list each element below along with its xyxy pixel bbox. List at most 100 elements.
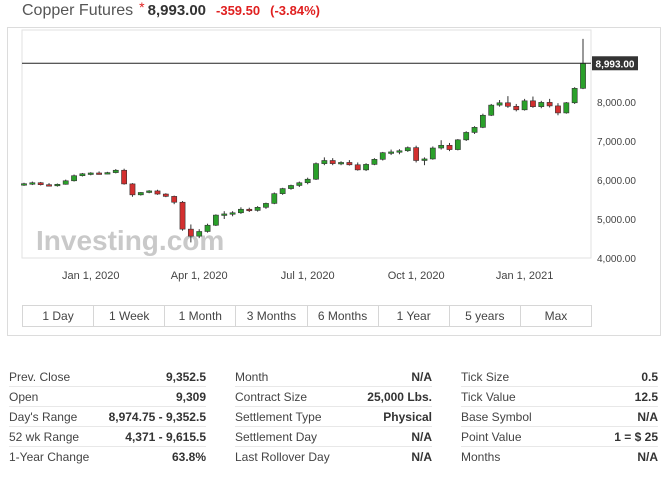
candle-body: [104, 172, 111, 175]
candle-body: [404, 147, 411, 152]
x-tick-label: Oct 1, 2020: [388, 270, 445, 282]
last-price-label: 8,993.00: [596, 59, 635, 70]
stat-label: Tick Value: [461, 389, 516, 404]
candle-body: [546, 102, 553, 107]
candle-body: [296, 182, 303, 186]
candle-body: [354, 164, 361, 171]
candle-body: [413, 147, 420, 161]
range-button-3-months[interactable]: 3 Months: [236, 306, 308, 326]
stat-label: Month: [235, 369, 269, 384]
range-button-max[interactable]: Max: [521, 306, 591, 326]
candle-body: [371, 159, 378, 165]
candle-body: [263, 203, 269, 208]
y-tick-label: 7,000.00: [597, 137, 636, 148]
candle-body: [388, 151, 394, 154]
stat-value: 63.8%: [171, 450, 206, 464]
candle-body: [162, 193, 169, 197]
range-button-5-years[interactable]: 5 years: [450, 306, 521, 326]
candle-body: [471, 127, 478, 133]
quote-header: Copper Futures * 8,993.00 -359.50 (-3.84…: [22, 0, 320, 22]
candle-body: [363, 164, 369, 171]
stat-label: Prev. Close: [9, 369, 71, 384]
candle-body: [154, 190, 161, 195]
candle-body: [288, 185, 294, 189]
stat-value: N/A: [411, 369, 432, 384]
candle-body: [129, 183, 136, 196]
range-button-1-year[interactable]: 1 Year: [379, 306, 450, 326]
candle-body: [521, 100, 528, 111]
candle-body: [321, 160, 328, 164]
x-tick-label: Jan 1, 2021: [496, 270, 554, 282]
stat-row: Contract Size 25,000 Lbs.: [235, 387, 432, 407]
investing-watermark: Investing.com: [36, 225, 224, 256]
delayed-star-icon: *: [139, 0, 145, 15]
stat-row: Day's Range 8,974.75 - 9,352.5: [9, 407, 206, 427]
candle-body: [71, 175, 77, 182]
candle-body: [21, 183, 27, 186]
stat-label: Day's Range: [9, 409, 78, 424]
instrument-title: Copper Futures: [22, 2, 134, 19]
stat-label: 52 wk Range: [9, 429, 80, 444]
candle-body: [530, 100, 536, 107]
range-button-1-day[interactable]: 1 Day: [23, 306, 95, 326]
stat-row: Months N/A: [461, 447, 658, 467]
range-button-6-months[interactable]: 6 Months: [308, 306, 379, 326]
candle-body: [454, 139, 461, 150]
stat-value: N/A: [411, 429, 432, 444]
x-tick-label: Jan 1, 2020: [62, 270, 120, 282]
candle-body: [446, 144, 453, 150]
stat-value: 0.5: [641, 369, 658, 384]
stat-label: 1-Year Change: [9, 450, 90, 464]
candle-body: [346, 162, 353, 166]
candle-body: [238, 208, 244, 214]
candle-body: [329, 160, 336, 164]
candle-body: [538, 102, 545, 107]
range-button-1-week[interactable]: 1 Week: [94, 306, 166, 326]
candle-body: [438, 144, 445, 149]
candle-body: [254, 207, 261, 211]
candle-body: [204, 224, 211, 232]
candle-body: [555, 105, 561, 114]
range-button-1-month[interactable]: 1 Month: [165, 306, 237, 326]
stats-column-3: Tick Size 0.5 Tick Value 12.5 Base Symbol N…: [461, 367, 658, 467]
candle-body: [496, 102, 503, 106]
candle-body: [421, 158, 428, 161]
candle-body: [271, 193, 278, 204]
candle-body: [171, 196, 178, 203]
candle-body: [213, 214, 219, 226]
stat-value: 9,309: [175, 389, 206, 404]
candle-body: [313, 163, 319, 180]
stat-row: Month N/A: [235, 367, 432, 387]
candle-body: [229, 212, 236, 215]
stat-label: Months: [461, 450, 501, 464]
candle-body: [505, 102, 511, 107]
range-selector: 1 Day 1 Week 1 Month 3 Months 6 Months 1…: [22, 305, 592, 327]
candle-body: [196, 231, 203, 237]
candle-body: [29, 182, 36, 185]
candle-body: [571, 88, 578, 104]
candle-body: [304, 178, 311, 184]
stat-label: Settlement Type: [235, 409, 322, 424]
x-tick-label: Apr 1, 2020: [171, 270, 228, 282]
candle-body: [246, 208, 253, 212]
candle-body: [338, 162, 344, 165]
candle-body: [87, 172, 94, 175]
y-tick-label: 4,000.00: [597, 254, 636, 265]
stat-row: Last Rollover Day N/A: [235, 447, 432, 467]
candle-body: [563, 102, 570, 114]
candle-body: [54, 183, 61, 187]
stat-label: Contract Size: [235, 389, 308, 404]
price-change-percent: (-3.84%): [270, 3, 320, 18]
candle-body: [46, 184, 52, 187]
candle-body: [187, 228, 194, 237]
stat-row: 52 wk Range 4,371 - 9,615.5: [9, 427, 206, 447]
candle-body: [221, 213, 228, 216]
stat-label: Base Symbol: [461, 409, 532, 424]
stat-label: Tick Size: [461, 369, 510, 384]
stat-row: Point Value 1 = $ 25: [461, 427, 658, 447]
price-chart[interactable]: Investing.com 4,000.00 5,000.00 6,000.00 7,0…: [8, 28, 660, 335]
stat-row: Base Symbol N/A: [461, 407, 658, 427]
candle-body: [479, 114, 486, 128]
stat-value: 12.5: [634, 389, 658, 404]
candle-body: [513, 105, 520, 111]
